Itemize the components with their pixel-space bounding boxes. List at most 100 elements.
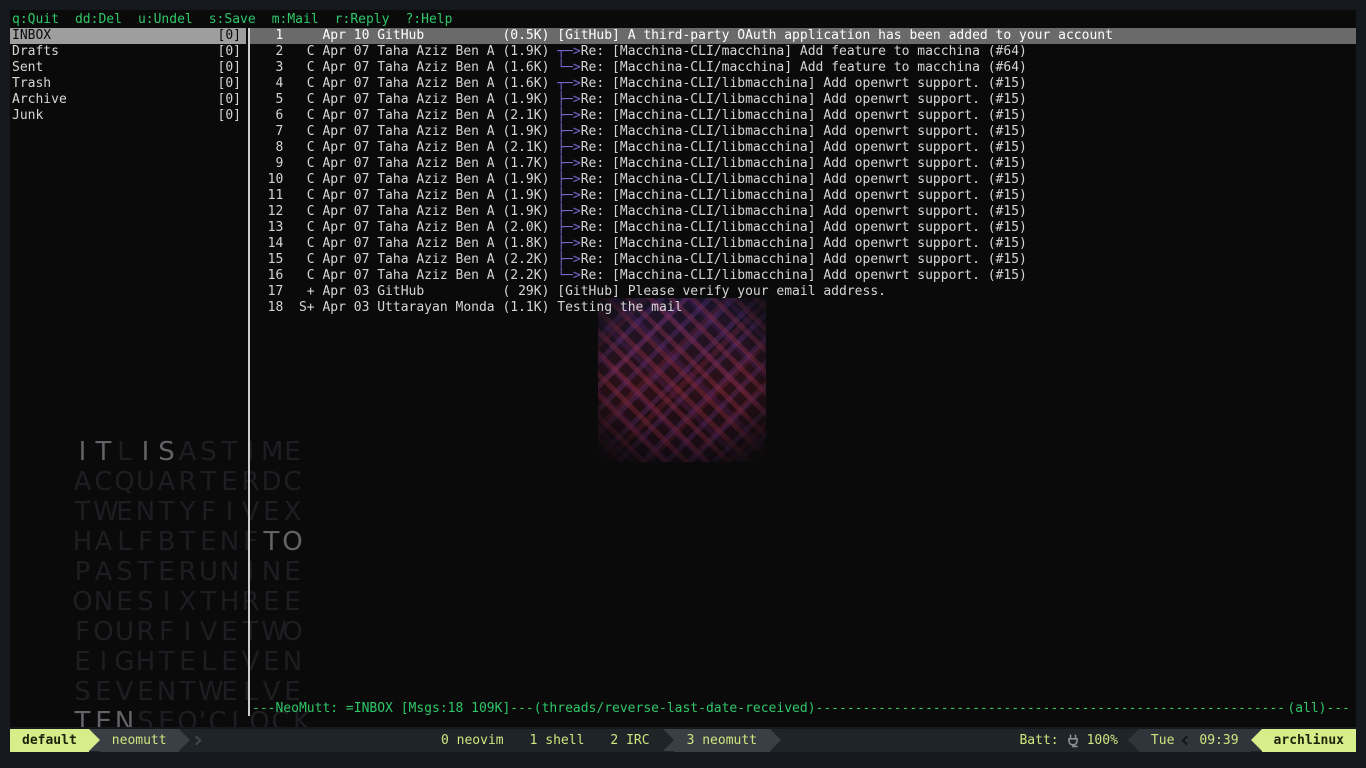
menubar-item[interactable]: m:Mail: [272, 12, 319, 27]
mail-row[interactable]: 11 C Apr 07 Taha Aziz Ben A (1.9K) ├─>Re…: [250, 188, 1356, 204]
mail-row-meta: 14 C Apr 07 Taha Aziz Ben A (1.8K): [252, 236, 557, 251]
sidebar-item-sent[interactable]: Sent[0]: [10, 60, 246, 76]
mail-row[interactable]: 3 C Apr 07 Taha Aziz Ben A (1.6K) └─>Re:…: [250, 60, 1356, 76]
thread-tree-icon: ├─>: [557, 188, 580, 203]
menubar-item[interactable]: s:Save: [209, 12, 256, 27]
menubar-item[interactable]: ?:Help: [405, 12, 452, 27]
tmux-left-section: default neomutt: [10, 729, 200, 752]
thread-tree-icon: ├─>: [557, 140, 580, 155]
menubar-item[interactable]: u:Undel: [138, 12, 193, 27]
mail-row[interactable]: 6 C Apr 07 Taha Aziz Ben A (2.1K) ├─>Re:…: [250, 108, 1356, 124]
sidebar-item-inbox[interactable]: INBOX [0]: [10, 28, 246, 44]
mail-list: 1 Apr 10 GitHub (0.5K) [GitHub] A third-…: [250, 28, 1356, 727]
mail-row[interactable]: 14 C Apr 07 Taha Aziz Ben A (1.8K) ├─>Re…: [250, 236, 1356, 252]
powerline-separator-icon: [770, 729, 781, 751]
mail-row-meta: 6 C Apr 07 Taha Aziz Ben A (2.1K): [252, 108, 557, 123]
menubar-item[interactable]: r:Reply: [335, 12, 390, 27]
time-label: 09:39: [1199, 729, 1238, 752]
thread-tree-icon: ┬─>: [557, 76, 580, 91]
thread-tree-icon: ├─>: [557, 220, 580, 235]
statusline-fill: ----------------------------------------…: [816, 701, 1288, 717]
mail-row-meta: 13 C Apr 07 Taha Aziz Ben A (2.0K): [252, 220, 557, 235]
mail-subject: [GitHub] A third-party OAuth application…: [557, 28, 1113, 43]
mail-row[interactable]: 16 C Apr 07 Taha Aziz Ben A (2.2K) └─>Re…: [250, 268, 1356, 284]
thread-tree-icon: ├─>: [557, 252, 580, 267]
powerline-separator-icon: [663, 729, 674, 751]
menubar: q:Quit dd:Del u:Undel s:Save m:Mail r:Reply?:…: [10, 12, 1356, 28]
mail-row[interactable]: 7 C Apr 07 Taha Aziz Ben A (1.9K) ├─>Re:…: [250, 124, 1356, 140]
mailbox-count: [0]: [218, 76, 241, 92]
mail-row[interactable]: 8 C Apr 07 Taha Aziz Ben A (2.1K) ├─>Re:…: [250, 140, 1356, 156]
neomutt-statusline: ---NeoMutt: =INBOX [Msgs:18 109K]---(thr…: [252, 701, 1350, 717]
clock-segment: Tue 09:39: [1139, 729, 1251, 752]
mail-row-meta: 18 S+ Apr 03 Uttarayan Monda (1.1K): [252, 300, 557, 315]
mailbox-count: [0]: [218, 92, 241, 108]
thread-tree-icon: └─>: [557, 268, 580, 283]
mail-subject: Re: [Macchina-CLI/libmacchina] Add openw…: [581, 92, 1027, 107]
powerline-separator-icon: [1128, 729, 1139, 751]
tmux-window[interactable]: 1 shell: [517, 729, 598, 752]
mailbox-name: INBOX: [12, 28, 51, 44]
mail-row-meta: 11 C Apr 07 Taha Aziz Ben A (1.9K): [252, 188, 557, 203]
mail-subject: Re: [Macchina-CLI/libmacchina] Add openw…: [581, 252, 1027, 267]
mail-subject: Re: [Macchina-CLI/libmacchina] Add openw…: [581, 108, 1027, 123]
mailbox-name: Drafts: [12, 44, 59, 60]
mail-row[interactable]: 15 C Apr 07 Taha Aziz Ben A (2.2K) ├─>Re…: [250, 252, 1356, 268]
battery-label: Batt:: [1019, 733, 1058, 748]
statusline-prefix: ---NeoMutt: =INBOX [Msgs:18 109K]---(thr…: [252, 701, 816, 717]
mail-row[interactable]: 10 C Apr 07 Taha Aziz Ben A (1.9K) ├─>Re…: [250, 172, 1356, 188]
mailbox-name: Archive: [12, 92, 67, 108]
mail-subject: Re: [Macchina-CLI/libmacchina] Add openw…: [581, 220, 1027, 235]
tmux-right-section: Batt: 100% Tue 09:39 archlinux: [1019, 729, 1356, 752]
mail-row[interactable]: 13 C Apr 07 Taha Aziz Ben A (2.0K) ├─>Re…: [250, 220, 1356, 236]
mail-row[interactable]: 9 C Apr 07 Taha Aziz Ben A (1.7K) ├─>Re:…: [250, 156, 1356, 172]
thread-tree-icon: ├─>: [557, 236, 580, 251]
hostname-label[interactable]: archlinux: [1262, 729, 1356, 752]
mail-subject: Re: [Macchina-CLI/libmacchina] Add openw…: [581, 124, 1027, 139]
power-plug-icon: [1066, 733, 1081, 749]
sidebar-item-archive[interactable]: Archive [0]: [10, 92, 246, 108]
mail-row-meta: 10 C Apr 07 Taha Aziz Ben A (1.9K): [252, 172, 557, 187]
mail-row[interactable]: 12 C Apr 07 Taha Aziz Ben A (1.9K) ├─>Re…: [250, 204, 1356, 220]
mail-row[interactable]: 2 C Apr 07 Taha Aziz Ben A (1.9K) ┬─>Re:…: [250, 44, 1356, 60]
mail-row[interactable]: 4 C Apr 07 Taha Aziz Ben A (1.6K) ┬─>Re:…: [250, 76, 1356, 92]
mailbox-count: [0]: [218, 108, 241, 124]
mail-row-meta: 2 C Apr 07 Taha Aziz Ben A (1.9K): [252, 44, 557, 59]
battery-status: Batt: 100%: [1019, 729, 1127, 752]
mail-row[interactable]: 1 Apr 10 GitHub (0.5K) [GitHub] A third-…: [250, 28, 1356, 44]
mail-subject: Re: [Macchina-CLI/libmacchina] Add openw…: [581, 172, 1027, 187]
powerline-separator-icon: [89, 729, 100, 751]
neomutt-content: INBOX[0]Drafts[0]Sent[0]Trash[0]Archive[…: [10, 28, 1356, 727]
sidebar-item-drafts[interactable]: Drafts [0]: [10, 44, 246, 60]
mail-row[interactable]: 17 + Apr 03 GitHub ( 29K) [GitHub] Pleas…: [250, 284, 1356, 300]
tmux-window-list: 0 neovim1 shell2 IRC 3 neomutt: [428, 729, 781, 752]
menubar-item[interactable]: dd:Del: [75, 12, 122, 27]
mailbox-name: Junk: [12, 108, 43, 124]
tmux-session-name[interactable]: default: [10, 729, 89, 752]
mail-subject: Re: [Macchina-CLI/libmacchina] Add openw…: [581, 236, 1027, 251]
mail-row[interactable]: 18 S+ Apr 03 Uttarayan Monda (1.1K) Test…: [250, 300, 1356, 316]
thread-tree-icon: └─>: [557, 60, 580, 75]
tmux-window-active[interactable]: 3 neomutt: [674, 729, 770, 752]
menubar-item[interactable]: q:Quit: [12, 12, 59, 27]
sidebar-item-trash[interactable]: Trash[0]: [10, 76, 246, 92]
thread-tree-icon: ├─>: [557, 172, 580, 187]
mail-subject: Re: [Macchina-CLI/libmacchina] Add openw…: [581, 76, 1027, 91]
mail-subject: Re: [Macchina-CLI/libmacchina] Add openw…: [581, 156, 1027, 171]
thread-tree-icon: ├─>: [557, 124, 580, 139]
mail-row-meta: 3 C Apr 07 Taha Aziz Ben A (1.6K): [252, 60, 557, 75]
sidebar-item-junk[interactable]: Junk [0]: [10, 108, 246, 124]
tmux-window[interactable]: 0 neovim: [428, 729, 517, 752]
thread-tree-icon: ├─>: [557, 156, 580, 171]
mail-row-meta: 17 + Apr 03 GitHub ( 29K): [252, 284, 557, 299]
mailbox-count: [0]: [218, 44, 241, 60]
mail-row[interactable]: 5 C Apr 07 Taha Aziz Ben A (1.9K) ├─>Re:…: [250, 92, 1356, 108]
thread-tree-icon: ├─>: [557, 92, 580, 107]
mailbox-count: [0]: [218, 28, 241, 44]
mail-subject: Re: [Macchina-CLI/libmacchina] Add openw…: [581, 140, 1027, 155]
mail-subject: Re: [Macchina-CLI/macchina] Add feature …: [581, 60, 1027, 75]
mail-row-meta: 12 C Apr 07 Taha Aziz Ben A (1.9K): [252, 204, 557, 219]
mail-rows: 1 Apr 10 GitHub (0.5K) [GitHub] A third-…: [250, 28, 1356, 316]
tmux-window[interactable]: 2 IRC: [597, 729, 662, 752]
mail-row-meta: 16 C Apr 07 Taha Aziz Ben A (2.2K): [252, 268, 557, 283]
